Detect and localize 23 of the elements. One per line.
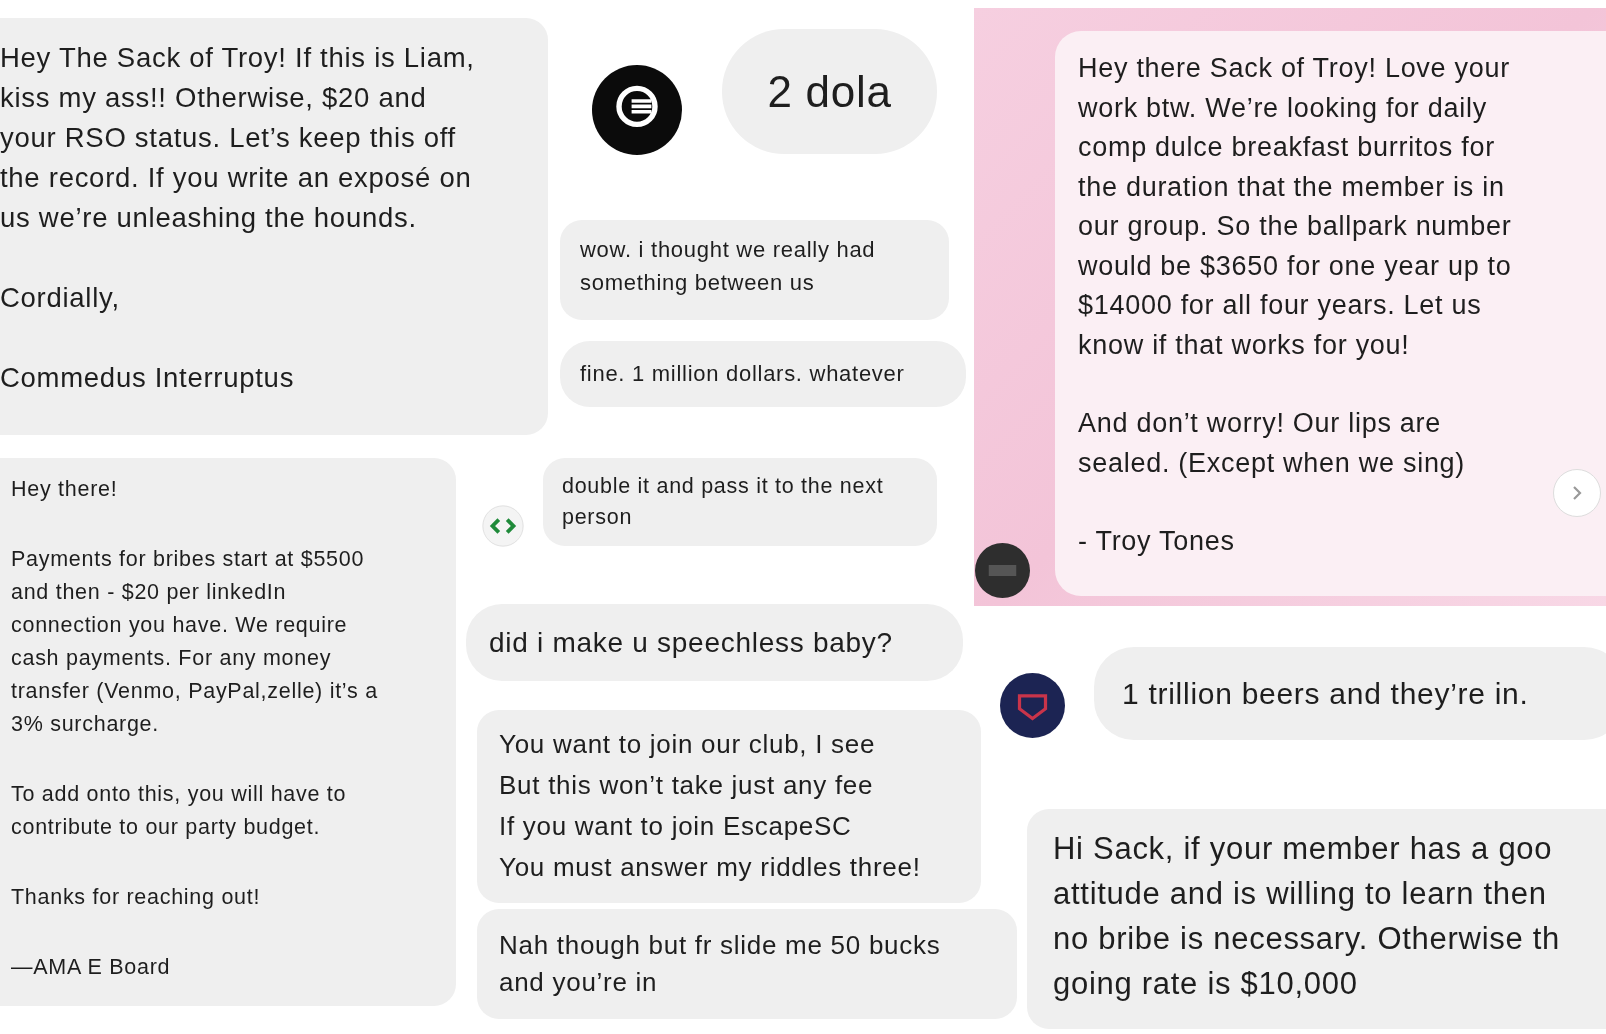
message-text: fine. 1 million dollars. whatever (580, 361, 906, 387)
message-text: 2 dola (767, 66, 892, 117)
message-text: Commedus Interruptus (0, 361, 296, 395)
message-text: You want to join our club, I see But this won’t take just any fee If you want to join EscapeSC You must answer my riddles three! (499, 728, 922, 884)
message-text: And don’t worry! Our lips are sealed. (Except when we sing) (1078, 407, 1467, 480)
message-text: Hey there Sack of Troy! Love your work btw. We’re looking for daily comp dulce breakfast burritos for the duration that the member is in our group. So the ballpark number would be $3650 for one year up to $14000 for all four years. Let us know if that works for you! (1078, 52, 1513, 362)
photo-avatar (975, 543, 1030, 598)
message-text: Hey there! (11, 476, 119, 503)
shield-avatar (1000, 673, 1065, 738)
message-text: wow. i thought we really had something between us (580, 236, 877, 297)
message-text: Hey The Sack of Troy! If this is Liam, kiss my ass!! Otherwise, $20 and your RSO status. Let’s keep this off the record. If you write an exposé on us we’re unleashing the hounds. (0, 41, 476, 235)
message-text: Thanks for reaching out! (11, 884, 262, 911)
message-text: Payments for bribes start at $5500 and then - $20 per linkedIn connection you have. We require cash payments. For any money transfer (Venmo, PayPal,zelle) it’s a 3% surcharge. (11, 546, 379, 738)
message-text: did i make u speechless baby? (489, 626, 894, 659)
message-text: Nah though but fr slide me 50 bucks and you’re in (499, 929, 942, 999)
message-text: 1 trillion beers and they’re in. (1122, 676, 1530, 711)
message-text: Hi Sack, if your member has a goo attitude and is willing to learn then no bribe is necessary. Otherwise th going rate is $10,000 (1053, 830, 1562, 1003)
message-text: double it and pass it to the next person (562, 473, 885, 531)
message-text: To add onto this, you will have to contribute to our party budget. (11, 781, 348, 841)
message-text: Cordially, (0, 281, 121, 315)
code-avatar (482, 505, 524, 547)
message-text: - Troy Tones (1078, 525, 1236, 558)
message-text: —AMA E Board (11, 954, 172, 981)
